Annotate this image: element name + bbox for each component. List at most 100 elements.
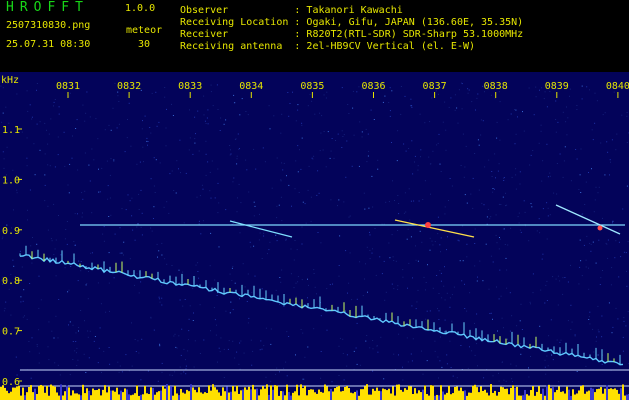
y-tick-label: 0.6 bbox=[2, 377, 20, 388]
noise-level-bar bbox=[452, 393, 454, 400]
antenna-row: Receiving antenna : 2el-HB9CV Vertical (… bbox=[180, 41, 476, 52]
noise-level-bar bbox=[188, 391, 190, 400]
noise-level-bar bbox=[140, 394, 142, 400]
noise-level-bar bbox=[442, 391, 444, 400]
noise-level-bar bbox=[564, 393, 566, 400]
noise-level-bar bbox=[542, 388, 544, 400]
noise-level-bar bbox=[44, 392, 46, 400]
noise-level-bar bbox=[314, 392, 316, 400]
noise-level-bar bbox=[466, 395, 468, 400]
noise-level-bar bbox=[94, 390, 96, 400]
noise-level-bar bbox=[234, 391, 236, 400]
noise-level-bar bbox=[608, 388, 610, 400]
noise-level-bar bbox=[12, 387, 14, 400]
noise-level-bar bbox=[142, 394, 144, 400]
noise-level-bar bbox=[438, 395, 440, 400]
noise-level-bar bbox=[496, 395, 498, 400]
noise-level-bar bbox=[432, 385, 434, 400]
noise-level-bar bbox=[10, 391, 12, 400]
y-axis-unit: kHz bbox=[1, 75, 19, 86]
noise-level-bar bbox=[216, 389, 218, 400]
x-tick-label: 0832 bbox=[117, 81, 141, 92]
noise-level-bar bbox=[2, 385, 4, 400]
noise-level-bar bbox=[428, 395, 430, 400]
noise-level-bar bbox=[260, 389, 262, 400]
noise-level-bar bbox=[406, 389, 408, 400]
meteor-head bbox=[597, 225, 603, 231]
receiver-row: Receiver : R820T2(RTL-SDR) SDR-Sharp 53.… bbox=[180, 29, 524, 40]
noise-level-bar bbox=[156, 392, 158, 400]
noise-level-bar bbox=[218, 392, 220, 400]
noise-level-bar bbox=[266, 384, 268, 400]
y-tick-label: 1.1 bbox=[2, 125, 20, 136]
noise-level-bar bbox=[324, 384, 326, 400]
noise-level-bar bbox=[172, 395, 174, 400]
noise-level-bar bbox=[346, 385, 348, 400]
noise-level-bar bbox=[472, 385, 474, 400]
noise-level-bar bbox=[8, 393, 10, 400]
noise-level-bar bbox=[434, 395, 436, 400]
noise-level-bar bbox=[116, 387, 118, 400]
noise-level-bar bbox=[242, 389, 244, 400]
noise-level-bar bbox=[560, 391, 562, 400]
noise-level-bar bbox=[42, 385, 44, 400]
noise-level-bar bbox=[310, 389, 312, 400]
noise-level-bar bbox=[148, 394, 150, 400]
noise-level-bar bbox=[264, 388, 266, 400]
noise-level-bar bbox=[284, 395, 286, 400]
noise-level-bar bbox=[38, 385, 40, 400]
noise-level-bar bbox=[592, 388, 594, 400]
noise-level-bar bbox=[46, 385, 48, 400]
noise-level-bar bbox=[254, 389, 256, 400]
noise-level-bar bbox=[150, 387, 152, 400]
noise-level-bar bbox=[582, 385, 584, 400]
noise-level-bar bbox=[102, 389, 104, 400]
noise-level-bar bbox=[554, 392, 556, 400]
noise-level-bar bbox=[22, 387, 24, 400]
noise-level-bar bbox=[302, 388, 304, 400]
noise-level-bar bbox=[34, 388, 36, 400]
noise-level-bar bbox=[322, 392, 324, 400]
noise-level-bar bbox=[412, 394, 414, 400]
noise-level-bar bbox=[618, 393, 620, 400]
noise-level-bar bbox=[360, 389, 362, 400]
noise-level-bar bbox=[378, 390, 380, 400]
noise-level-bar bbox=[138, 395, 140, 400]
noise-level-bar bbox=[486, 392, 488, 400]
noise-level-bar bbox=[382, 388, 384, 400]
noise-level-bar bbox=[40, 384, 42, 400]
noise-level-bar bbox=[270, 385, 272, 400]
noise-level-bar bbox=[606, 385, 608, 400]
noise-level-bar bbox=[414, 388, 416, 400]
noise-level-bar bbox=[58, 395, 60, 400]
noise-level-bar bbox=[372, 388, 374, 400]
meteor-head bbox=[425, 222, 431, 228]
noise-level-bar bbox=[62, 395, 64, 400]
noise-level-bar bbox=[500, 386, 502, 400]
noise-level-bar bbox=[386, 390, 388, 400]
noise-level-bar bbox=[240, 390, 242, 400]
noise-level-bar bbox=[300, 384, 302, 400]
noise-level-bar bbox=[136, 385, 138, 400]
noise-level-bar bbox=[570, 395, 572, 400]
noise-level-bar bbox=[158, 391, 160, 400]
noise-level-bar bbox=[164, 388, 166, 400]
noise-level-bar bbox=[548, 384, 550, 400]
noise-level-bar bbox=[538, 386, 540, 400]
noise-level-bar bbox=[364, 386, 366, 400]
noise-level-bar bbox=[422, 389, 424, 400]
noise-level-bar bbox=[516, 386, 518, 400]
noise-level-bar bbox=[202, 393, 204, 400]
noise-level-bar bbox=[546, 385, 548, 400]
noise-level-bar bbox=[526, 394, 528, 400]
noise-level-bar bbox=[470, 392, 472, 400]
noise-level-bar bbox=[236, 385, 238, 400]
noise-level-bar bbox=[120, 390, 122, 400]
noise-level-bar bbox=[602, 393, 604, 400]
noise-level-bar bbox=[210, 390, 212, 400]
noise-level-bar bbox=[568, 389, 570, 400]
noise-level-bar bbox=[294, 391, 296, 400]
noise-level-bar bbox=[604, 388, 606, 400]
noise-level-bar bbox=[32, 392, 34, 400]
noise-level-bar bbox=[368, 394, 370, 400]
